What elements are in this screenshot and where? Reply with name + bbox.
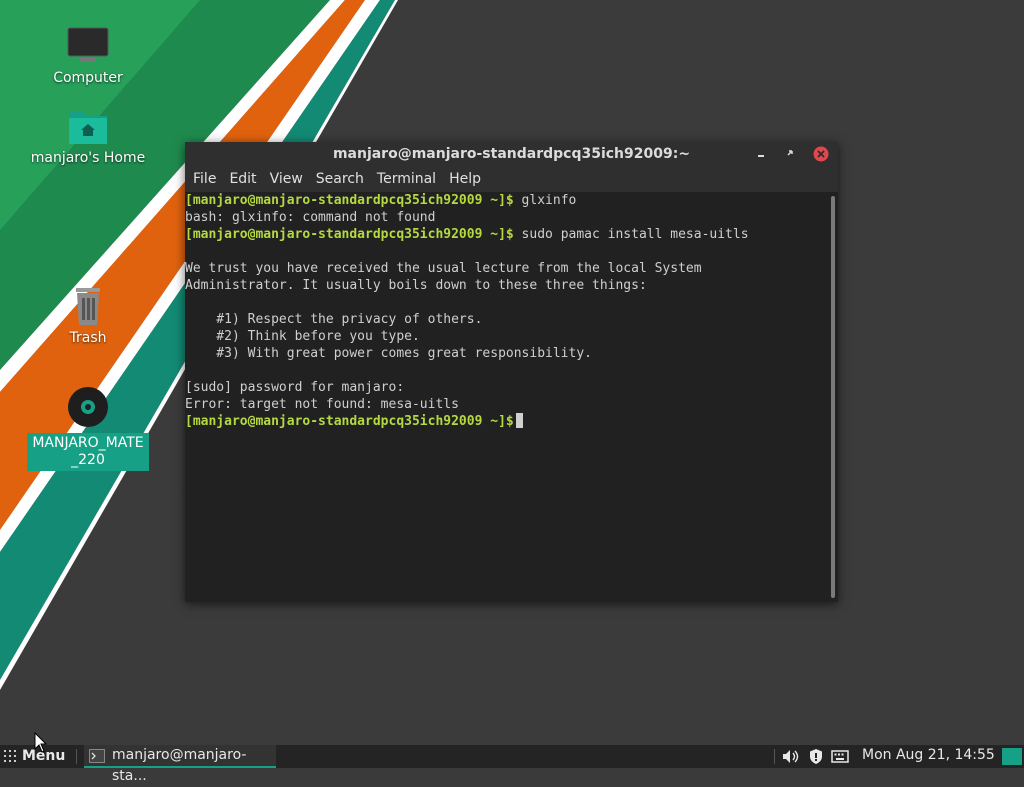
optical-disc-icon (68, 387, 108, 427)
menu-edit[interactable]: Edit (223, 166, 262, 192)
terminal-line: [manjaro@manjaro-standardpcq35ich92009 ~… (185, 226, 828, 243)
desktop-icon-label: manjaro's Home (30, 150, 146, 166)
keyboard-icon[interactable] (831, 748, 849, 765)
desktop-icon-home[interactable]: manjaro's Home (23, 106, 153, 166)
taskbar-separator (76, 749, 77, 764)
line-text: #2) Think before you type. (185, 329, 420, 344)
taskbar-window-terminal[interactable]: manjaro@manjaro-sta... (84, 745, 276, 784)
shell-prompt: [manjaro@manjaro-standardpcq35ich92009 ~… (185, 414, 514, 429)
line-text: sudo pamac install mesa-uitls (513, 227, 749, 242)
terminal-icon (89, 749, 105, 763)
trash-icon (76, 288, 100, 325)
menu-bar: File Edit View Search Terminal Help (185, 166, 838, 192)
terminal-line: We trust you have received the usual lec… (185, 260, 828, 277)
terminal-line: [manjaro@manjaro-standardpcq35ich92009 ~… (185, 192, 828, 209)
home-folder-icon (69, 112, 107, 144)
terminal-line: #2) Think before you type. (185, 328, 828, 345)
desktop-icon-trash[interactable]: Trash (23, 286, 153, 346)
window-titlebar[interactable]: manjaro@manjaro-standardpcq35ich92009:~ (185, 142, 838, 166)
shield-icon[interactable] (808, 748, 824, 765)
terminal-line: bash: glxinfo: command not found (185, 209, 828, 226)
line-text: #1) Respect the privacy of others. (185, 312, 483, 327)
clock[interactable]: Mon Aug 21, 14:55 (862, 745, 995, 766)
line-text: bash: glxinfo: command not found (185, 210, 436, 225)
line-text: [sudo] password for manjaro: (185, 380, 405, 395)
terminal-output[interactable]: [manjaro@manjaro-standardpcq35ich92009 ~… (185, 192, 828, 602)
scrollbar-thumb[interactable] (831, 196, 835, 598)
line-text: #3) With great power comes great respons… (185, 346, 592, 361)
line-text: Error: target not found: mesa-uitls (185, 397, 459, 412)
desktop-icon-label: Computer (53, 70, 123, 86)
taskbar-separator (774, 749, 775, 764)
taskbar-window-label: manjaro@manjaro-sta... (112, 747, 247, 784)
menu-file[interactable]: File (187, 166, 222, 192)
computer-icon (67, 27, 109, 62)
desktop-icon-disc[interactable]: MANJARO_MATE_220 (23, 385, 153, 471)
volume-icon[interactable] (781, 748, 801, 765)
shell-prompt: [manjaro@manjaro-standardpcq35ich92009 ~… (185, 193, 514, 208)
maximize-icon[interactable] (783, 146, 799, 162)
desktop-icon-label: MANJARO_MATE_220 (27, 433, 149, 471)
desktop-icon-computer[interactable]: Computer (23, 26, 153, 86)
line-text: We trust you have received the usual lec… (185, 261, 702, 276)
menu-view[interactable]: View (264, 166, 309, 192)
text-cursor (515, 413, 523, 428)
terminal-line: #1) Respect the privacy of others. (185, 311, 828, 328)
terminal-line: [manjaro@manjaro-standardpcq35ich92009 ~… (185, 413, 828, 430)
close-icon[interactable] (813, 146, 829, 162)
minimize-icon[interactable] (753, 146, 769, 162)
menu-terminal[interactable]: Terminal (371, 166, 442, 192)
mouse-pointer-icon (34, 732, 48, 753)
show-desktop-button[interactable] (1002, 748, 1022, 765)
terminal-line: Administrator. It usually boils down to … (185, 277, 828, 294)
scrollbar[interactable] (828, 192, 838, 602)
terminal-line: #3) With great power comes great respons… (185, 345, 828, 362)
terminal-line: [sudo] password for manjaro: (185, 379, 828, 396)
window-title: manjaro@manjaro-standardpcq35ich92009:~ (332, 146, 691, 162)
apps-grid-icon (4, 750, 16, 762)
line-text: glxinfo (513, 193, 577, 208)
shell-prompt: [manjaro@manjaro-standardpcq35ich92009 ~… (185, 227, 514, 242)
menu-search[interactable]: Search (310, 166, 370, 192)
desktop-icon-label: Trash (69, 330, 107, 346)
terminal-line: Error: target not found: mesa-uitls (185, 396, 828, 413)
menu-help[interactable]: Help (443, 166, 487, 192)
line-text: Administrator. It usually boils down to … (185, 278, 647, 293)
taskbar: Menu manjaro@manjaro-sta... Mon Aug 21, … (0, 745, 1024, 784)
terminal-window[interactable]: manjaro@manjaro-standardpcq35ich92009:~ … (185, 142, 838, 602)
